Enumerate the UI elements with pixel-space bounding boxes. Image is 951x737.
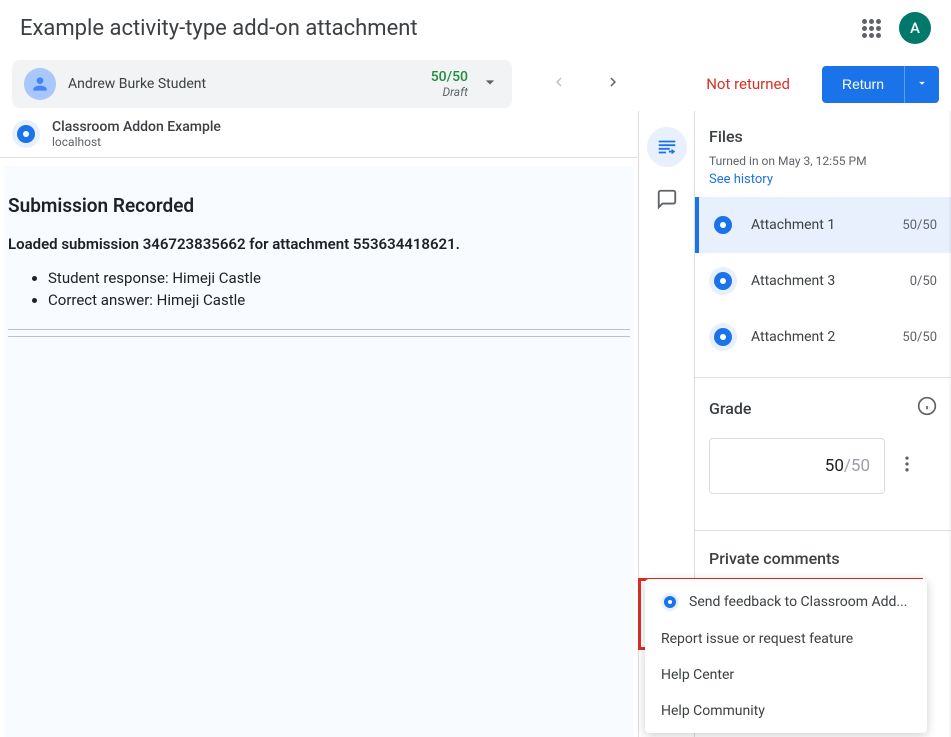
student-score-wrap: 50/50 Draft [431, 69, 468, 99]
return-button[interactable]: Return [822, 66, 904, 103]
tab-comments[interactable] [647, 179, 687, 219]
attachment-score: 50/50 [902, 218, 937, 233]
addon-title: Classroom Addon Example [52, 119, 221, 135]
attachment-icon [709, 267, 737, 295]
info-icon[interactable] [917, 396, 937, 420]
addon-subtitle: localhost [52, 135, 221, 149]
page-title: Example activity-type add-on attachment [20, 16, 418, 41]
see-history-link[interactable]: See history [709, 172, 773, 187]
popup-item-send-feedback[interactable]: Send feedback to Classroom Add... [645, 583, 927, 621]
return-menu-button[interactable] [904, 66, 939, 103]
header-right: A [859, 12, 931, 44]
return-status: Not returned [706, 75, 790, 93]
popup-label: Help Center [661, 667, 734, 683]
popup-label: Help Community [661, 703, 765, 719]
list-item: Student response: Himeji Castle [48, 269, 626, 287]
attachment-icon [709, 323, 737, 351]
popup-item-help-community[interactable]: Help Community [645, 693, 927, 729]
submission-list: Student response: Himeji Castle Correct … [48, 269, 626, 309]
turned-in-text: Turned in on May 3, 12:55 PM [709, 154, 937, 168]
tab-files[interactable] [647, 127, 687, 167]
addon-info: Classroom Addon Example localhost [52, 119, 221, 149]
next-student-button[interactable] [598, 67, 628, 101]
student-name: Andrew Burke Student [68, 76, 431, 92]
attachment-list: Attachment 1 50/50 Attachment 3 0/50 Att… [695, 197, 951, 365]
list-item: Correct answer: Himeji Castle [48, 291, 626, 309]
attachment-name: Attachment 2 [751, 329, 888, 345]
chevron-down-icon[interactable] [480, 72, 500, 96]
google-apps-icon[interactable] [859, 16, 883, 40]
content-body: Submission Recorded Loaded submission 34… [0, 158, 638, 737]
attachment-item[interactable]: Attachment 1 50/50 [695, 197, 951, 253]
addon-bar: Classroom Addon Example localhost [0, 111, 639, 158]
addon-icon [661, 593, 679, 611]
page-header: Example activity-type add-on attachment … [0, 0, 951, 60]
divider [8, 329, 630, 330]
grade-menu-icon[interactable] [897, 454, 917, 479]
help-popup-menu: Send feedback to Classroom Add... Report… [645, 579, 927, 733]
attachment-name: Attachment 3 [751, 273, 896, 289]
popup-label: Report issue or request feature [661, 631, 853, 647]
attachment-name: Attachment 1 [751, 217, 888, 233]
private-comments-heading: Private comments [709, 549, 937, 568]
popup-label: Send feedback to Classroom Add... [689, 594, 907, 610]
attachment-icon [709, 211, 737, 239]
attachment-item[interactable]: Attachment 3 0/50 [695, 253, 951, 309]
prev-student-button[interactable] [544, 67, 574, 101]
addon-icon [12, 120, 40, 148]
grade-value: 50 [825, 456, 844, 476]
grade-input[interactable]: 50/50 [709, 438, 885, 494]
private-comments-section: Private comments [695, 530, 951, 568]
submission-heading: Submission Recorded [8, 194, 634, 235]
grade-section: Grade 50/50 [695, 377, 951, 512]
content-column: Classroom Addon Example localhost Submis… [0, 111, 639, 737]
grade-heading: Grade [709, 399, 751, 418]
submission-content: Submission Recorded Loaded submission 34… [4, 166, 634, 337]
student-draft-label: Draft [431, 85, 468, 99]
student-score: 50/50 [431, 69, 468, 85]
files-heading: Files [709, 127, 937, 146]
popup-item-help-center[interactable]: Help Center [645, 657, 927, 693]
attachment-score: 50/50 [902, 330, 937, 345]
nav-arrows [544, 67, 628, 101]
attachment-score: 0/50 [910, 274, 937, 289]
files-section: Files Turned in on May 3, 12:55 PM See h… [695, 111, 951, 197]
attachment-item[interactable]: Attachment 2 50/50 [695, 309, 951, 365]
student-selector[interactable]: Andrew Burke Student 50/50 Draft [12, 60, 512, 108]
grade-max: /50 [844, 456, 870, 476]
return-button-group: Return [822, 66, 939, 103]
submission-loaded-line: Loaded submission 346723835662 for attac… [8, 235, 634, 269]
student-avatar-icon [24, 68, 56, 100]
user-avatar[interactable]: A [899, 12, 931, 44]
divider [8, 336, 630, 337]
popup-item-report-issue[interactable]: Report issue or request feature [645, 621, 927, 657]
